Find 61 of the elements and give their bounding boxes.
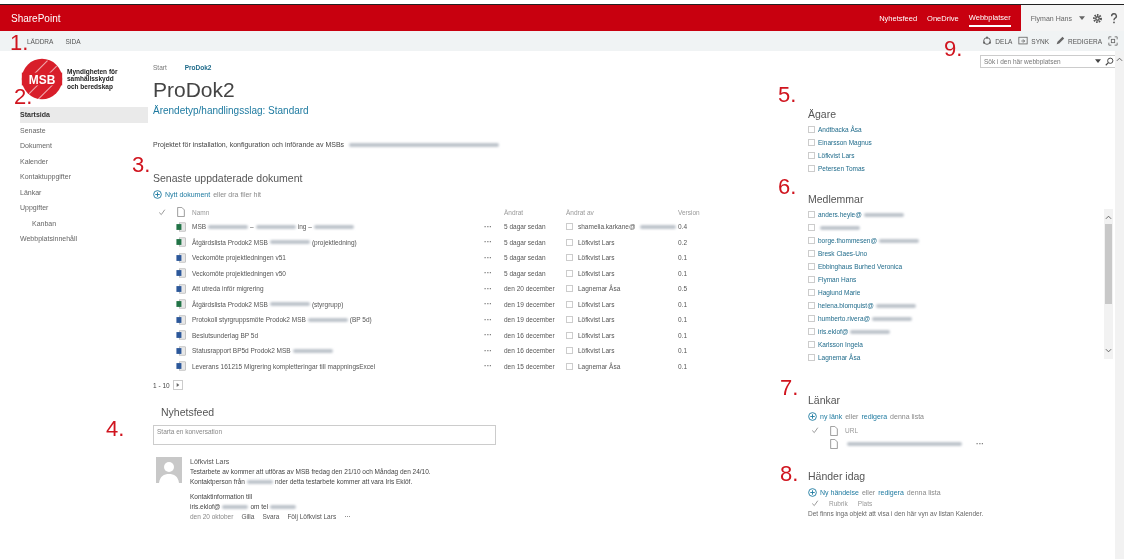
add-icon	[808, 412, 817, 421]
section-heading: Ägare	[808, 108, 838, 120]
page-title: ProDok2	[153, 79, 235, 101]
section-heading: Medlemmar	[808, 193, 865, 205]
scroll-down-icon[interactable]	[1105, 348, 1112, 353]
search-icon[interactable]	[1105, 57, 1114, 66]
sync-icon	[1018, 36, 1029, 46]
next-icon	[175, 383, 180, 387]
annotation-number: 8.	[780, 463, 799, 485]
subtitle: Ärendetyp/handlingsslag: Standard	[153, 105, 309, 116]
annotation-number: 5.	[778, 84, 797, 106]
help-icon[interactable]	[1110, 12, 1118, 24]
more-icon[interactable]: ···	[484, 346, 492, 355]
scrollbar[interactable]	[1104, 209, 1113, 359]
app-title[interactable]: SharePoint	[0, 12, 61, 24]
avatar	[156, 457, 182, 483]
share-icon	[982, 36, 993, 46]
check-icon[interactable]	[811, 500, 819, 507]
more-icon[interactable]: ···	[484, 315, 492, 324]
document-icon	[176, 207, 186, 217]
more-icon[interactable]: ···	[484, 222, 492, 231]
redacted-mark	[269, 240, 310, 245]
annotation-number: 6.	[778, 176, 797, 198]
redacted-mark	[307, 317, 348, 322]
annotation-number: 9.	[944, 38, 963, 60]
scroll-up-icon[interactable]	[1116, 57, 1123, 62]
check-icon[interactable]	[811, 427, 819, 434]
scroll-up-icon[interactable]	[1105, 215, 1112, 220]
redacted-mark	[222, 505, 249, 509]
annotation-number: 2.	[14, 86, 33, 108]
annotation-number: 3.	[132, 154, 151, 176]
more-icon[interactable]: ···	[484, 362, 492, 371]
more-icon[interactable]: ···	[484, 300, 492, 309]
more-icon[interactable]: ···	[484, 253, 492, 262]
focus-icon[interactable]	[1108, 36, 1118, 46]
annotation-number: 7.	[780, 377, 799, 399]
document-icon	[829, 438, 839, 449]
document-icon	[829, 425, 839, 436]
more-icon[interactable]: ···	[484, 269, 492, 278]
add-icon	[808, 488, 817, 497]
redacted-mark	[269, 302, 310, 307]
section-heading: Länkar	[808, 394, 842, 406]
pencil-icon	[1055, 36, 1066, 46]
redacted-mark	[246, 480, 273, 484]
next-page-button[interactable]	[172, 380, 183, 390]
annotation-number: 4.	[106, 418, 125, 440]
redacted-mark	[208, 224, 249, 229]
check-icon[interactable]	[158, 208, 166, 216]
more-icon[interactable]: ···	[484, 238, 492, 247]
more-icon[interactable]: ···	[484, 284, 492, 293]
caret-icon[interactable]	[1079, 16, 1085, 20]
redacted-mark	[255, 224, 296, 229]
section-heading: Händer idag	[808, 470, 867, 482]
settings-icon[interactable]	[1092, 12, 1103, 24]
caret-icon[interactable]	[1095, 59, 1101, 64]
more-icon[interactable]: ···	[484, 331, 492, 340]
scrollbar[interactable]	[1115, 51, 1124, 559]
section-heading: Nyhetsfeed	[161, 406, 215, 418]
section-heading: Senaste uppdaterade dokument	[153, 172, 303, 184]
more-icon[interactable]: ···	[976, 439, 984, 448]
add-icon	[153, 190, 162, 199]
